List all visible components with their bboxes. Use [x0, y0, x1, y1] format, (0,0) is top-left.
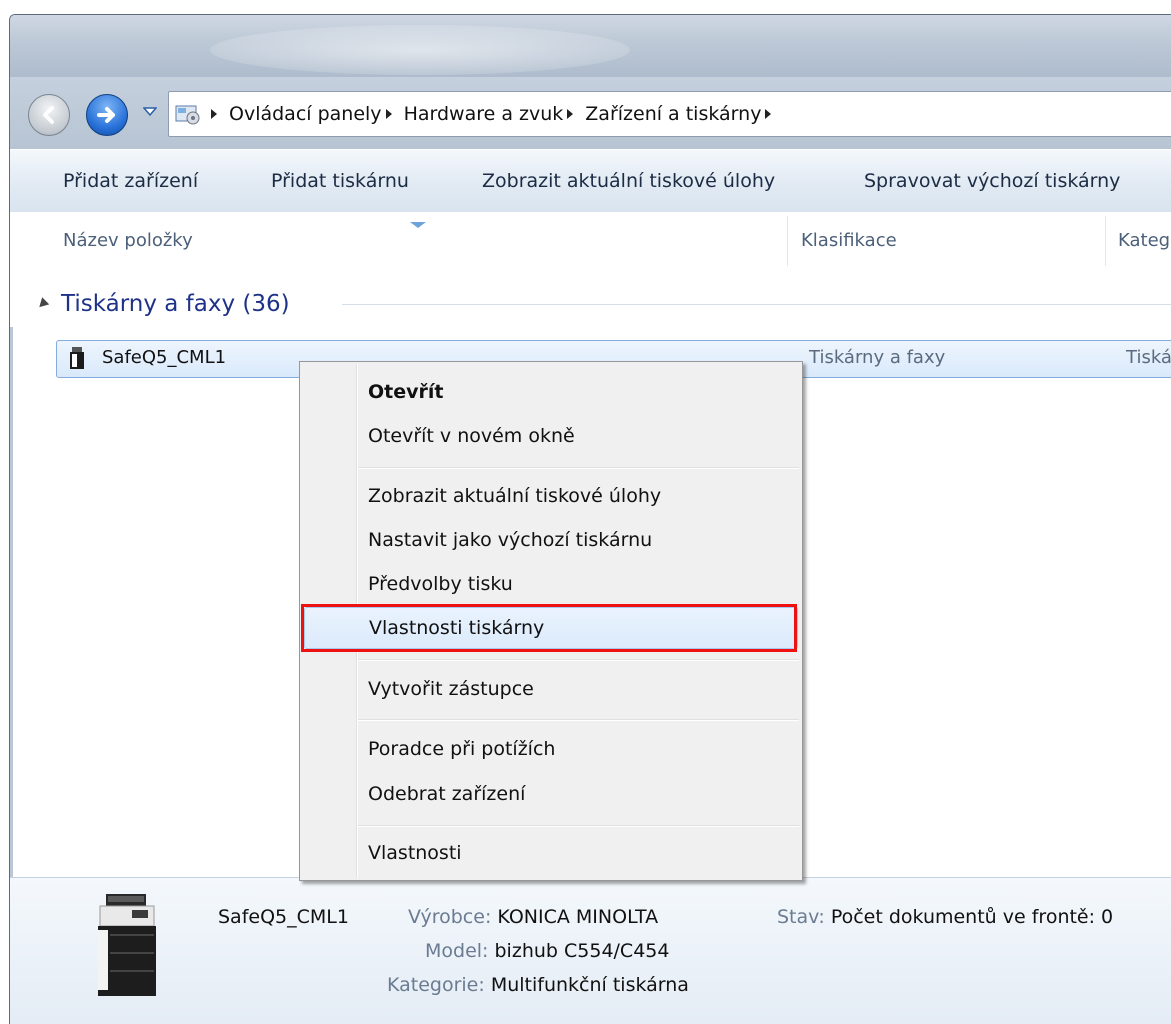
menu-item-set-default-printer[interactable]: Nastavit jako výchozí tiskárnu [302, 518, 800, 562]
details-category-label: Kategorie: [387, 974, 485, 996]
navigation-bar: Ovládací panely Hardware a zvuk Zařízení… [10, 77, 1171, 149]
history-dropdown-icon[interactable] [143, 107, 157, 117]
breadcrumb: Ovládací panely Hardware a zvuk Zařízení… [211, 92, 783, 136]
printer-item-classification: Tiskárny a faxy [809, 347, 946, 368]
details-model-label: Model: [425, 940, 489, 962]
details-category-value: Multifunkční tiskárna [490, 974, 689, 996]
column-header-bar: Název položky Klasifikace Kateg [10, 212, 1171, 270]
breadcrumb-control-panel[interactable]: Ovládací panely [229, 103, 382, 125]
add-device-button[interactable]: Přidat zařízení [63, 150, 198, 212]
group-header-printers[interactable]: Tiskárny a faxy (36) [35, 287, 290, 321]
column-header-category[interactable]: Kateg [1118, 212, 1170, 270]
menu-item-properties[interactable]: Vlastnosti [302, 831, 800, 875]
details-pane: SafeQ5_CML1 Výrobce: KONICA MINOLTA Mode… [10, 877, 1171, 1024]
menu-item-open[interactable]: Otevřít [302, 370, 800, 414]
details-status-value: Počet dokumentů ve frontě: 0 [830, 906, 1114, 928]
details-manufacturer: Výrobce: KONICA MINOLTA [408, 906, 658, 928]
details-model-value: bizhub C554/C454 [494, 940, 670, 962]
menu-item-troubleshoot[interactable]: Poradce při potížích [302, 727, 800, 771]
menu-separator [358, 719, 799, 721]
column-divider[interactable] [787, 216, 788, 266]
menu-item-create-shortcut[interactable]: Vytvořit zástupce [302, 667, 800, 711]
menu-separator [358, 825, 799, 827]
menu-item-printing-preferences[interactable]: Předvolby tisku [302, 562, 800, 606]
details-status-label: Stav: [777, 906, 825, 928]
details-status: Stav: Počet dokumentů ve frontě: 0 [777, 906, 1113, 928]
sort-indicator-icon [410, 222, 426, 228]
details-manufacturer-label: Výrobce: [408, 906, 492, 928]
highlight-annotation [301, 604, 797, 652]
back-arrow-icon [43, 106, 54, 124]
printer-item-category: Tiská [1126, 347, 1171, 368]
column-header-classification[interactable]: Klasifikace [801, 212, 897, 270]
printer-icon [70, 347, 84, 369]
details-manufacturer-value: KONICA MINOLTA [497, 906, 659, 928]
breadcrumb-separator-icon[interactable] [385, 109, 392, 119]
command-bar: Přidat zařízení Přidat tiskárnu Zobrazit… [10, 149, 1171, 213]
collapse-triangle-icon[interactable] [35, 297, 50, 311]
breadcrumb-separator-icon[interactable] [567, 109, 574, 119]
title-bar [10, 15, 1171, 77]
menu-item-open-new-window[interactable]: Otevřít v novém okně [302, 414, 800, 458]
menu-separator [358, 467, 799, 469]
control-panel-icon [175, 105, 200, 125]
menu-separator [358, 659, 799, 661]
printer-item-name: SafeQ5_CML1 [102, 347, 227, 368]
column-divider[interactable] [1105, 216, 1106, 266]
add-printer-button[interactable]: Přidat tiskárnu [271, 150, 409, 212]
left-border [10, 327, 13, 877]
breadcrumb-separator-icon[interactable] [211, 109, 217, 119]
forward-button[interactable] [86, 94, 128, 136]
breadcrumb-hardware-sound[interactable]: Hardware a zvuk [404, 103, 564, 125]
details-category: Kategorie: Multifunkční tiskárna [387, 974, 689, 996]
manage-default-printers-button[interactable]: Spravovat výchozí tiskárny [864, 150, 1120, 212]
details-printer-name: SafeQ5_CML1 [218, 906, 349, 928]
printer-device-icon [98, 894, 156, 996]
address-bar[interactable]: Ovládací panely Hardware a zvuk Zařízení… [168, 91, 1171, 137]
forward-arrow-icon [97, 107, 115, 123]
breadcrumb-devices-printers[interactable]: Zařízení a tiskárny [585, 103, 761, 125]
column-header-name[interactable]: Název položky [63, 212, 193, 270]
details-model: Model: bizhub C554/C454 [425, 940, 669, 962]
breadcrumb-separator-icon[interactable] [765, 109, 772, 119]
menu-item-see-print-jobs[interactable]: Zobrazit aktuální tiskové úlohy [302, 474, 800, 518]
group-divider [342, 304, 1171, 305]
back-button[interactable] [28, 94, 70, 136]
menu-item-remove-device[interactable]: Odebrat zařízení [302, 772, 800, 816]
see-print-jobs-button[interactable]: Zobrazit aktuální tiskové úlohy [482, 150, 775, 212]
group-header-label: Tiskárny a faxy (36) [61, 291, 290, 317]
